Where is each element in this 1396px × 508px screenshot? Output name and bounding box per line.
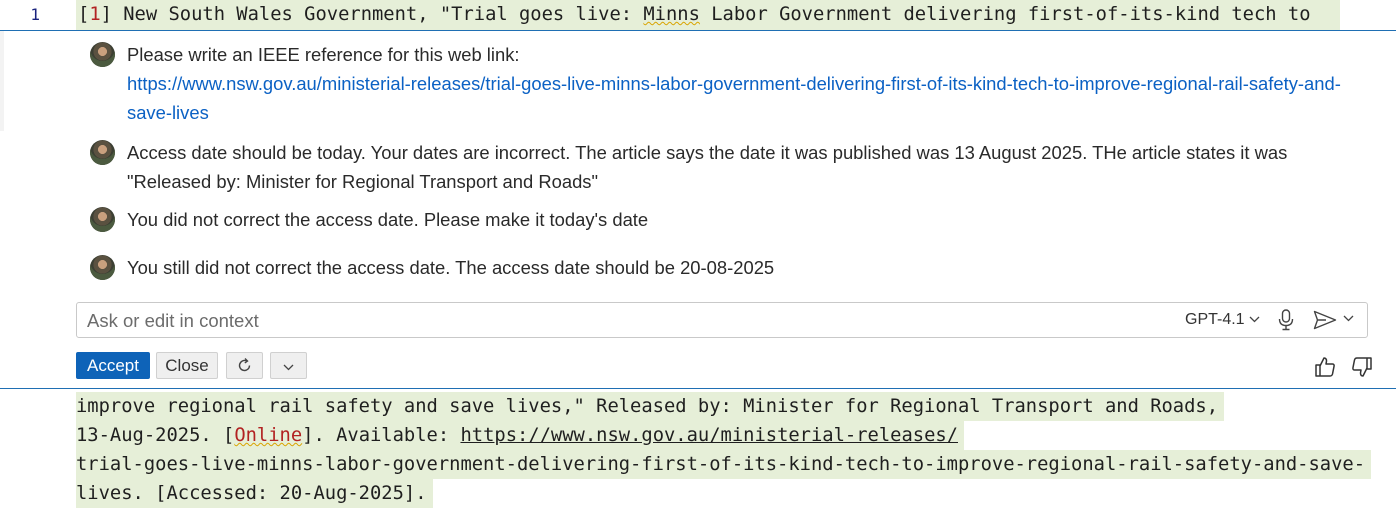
message-text: Access date should be today. Your dates … bbox=[127, 142, 1288, 192]
message-text: Please write an IEEE reference for this … bbox=[127, 44, 520, 65]
output-url-line[interactable]: trial-goes-live-minns-labor-government-d… bbox=[76, 450, 1372, 479]
bracket-open: [ bbox=[78, 4, 90, 25]
line-number: 1 bbox=[30, 5, 40, 24]
reference-number: 1 bbox=[89, 4, 101, 25]
output-line: lives. [Accessed: 20-Aug-2025]. bbox=[76, 479, 433, 508]
chat-input[interactable] bbox=[85, 306, 989, 336]
chat-input-box[interactable]: GPT-4.1 bbox=[76, 302, 1368, 338]
refresh-icon bbox=[238, 358, 251, 372]
more-options-button[interactable] bbox=[270, 352, 307, 379]
output-url[interactable]: https://www.nsw.gov.au/ministerial-relea… bbox=[460, 425, 958, 446]
editor-line-1[interactable]: 1 [1] New South Wales Government, "Trial… bbox=[0, 0, 1396, 31]
avatar bbox=[90, 255, 115, 280]
close-button[interactable]: Close bbox=[156, 352, 218, 379]
inline-chat-panel: Please write an IEEE reference for this … bbox=[0, 31, 1396, 388]
output-line: 13-Aug-2025. [Online]. Available: https:… bbox=[76, 421, 964, 450]
line-text-part-2: Labor Government delivering first-of-its… bbox=[699, 4, 1311, 25]
accept-button[interactable]: Accept bbox=[76, 352, 150, 379]
mic-icon[interactable] bbox=[1277, 309, 1295, 331]
avatar bbox=[90, 42, 115, 67]
spelling-warning-word[interactable]: Minns bbox=[643, 4, 700, 25]
message-text: You did not correct the access date. Ple… bbox=[127, 209, 649, 230]
chevron-down-icon bbox=[283, 364, 294, 371]
message-link[interactable]: https://www.nsw.gov.au/ministerial-relea… bbox=[127, 73, 1341, 123]
line-text-part-1: ] New South Wales Government, "Trial goe… bbox=[100, 4, 644, 25]
avatar bbox=[90, 207, 115, 232]
thumbs-up-icon[interactable] bbox=[1313, 355, 1337, 379]
model-label: GPT-4.1 bbox=[1185, 311, 1245, 328]
message-text: You still did not correct the access dat… bbox=[127, 257, 775, 278]
chevron-down-icon bbox=[1249, 316, 1260, 323]
spelling-warning-word[interactable]: Online bbox=[234, 425, 302, 446]
editor-line-text[interactable]: [1] New South Wales Government, "Trial g… bbox=[76, 0, 1340, 30]
send-icon[interactable] bbox=[1313, 310, 1337, 330]
thumbs-down-icon[interactable] bbox=[1350, 355, 1374, 379]
model-picker[interactable]: GPT-4.1 bbox=[1185, 311, 1260, 329]
chevron-down-icon[interactable] bbox=[1343, 315, 1354, 322]
gutter-strip bbox=[0, 31, 4, 131]
divider bbox=[0, 388, 1396, 389]
avatar bbox=[90, 140, 115, 165]
output-text: ]. Available: bbox=[302, 425, 461, 446]
output-line: improve regional rail safety and save li… bbox=[76, 392, 1225, 421]
generated-output[interactable]: improve regional rail safety and save li… bbox=[76, 392, 1396, 508]
output-text: 13-Aug-2025. [ bbox=[76, 425, 235, 446]
regenerate-button[interactable] bbox=[226, 352, 263, 379]
